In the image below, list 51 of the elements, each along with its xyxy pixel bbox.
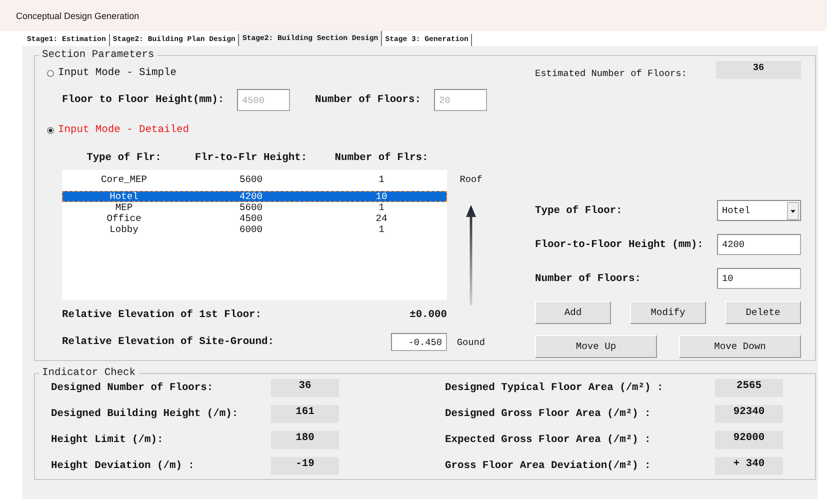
action-button[interactable]: Add bbox=[535, 301, 611, 324]
field-label: Type of Floor: bbox=[535, 204, 624, 216]
field-label: Number of Floors: bbox=[315, 94, 422, 106]
radio-option[interactable]: Input Mode - Simple bbox=[47, 67, 176, 79]
indicator-label: Height Limit (/m): bbox=[51, 434, 164, 446]
input-field[interactable]: 4200 bbox=[717, 234, 801, 255]
up-arrow-icon bbox=[465, 205, 477, 305]
indicator-label: Designed Building Height (/m): bbox=[51, 408, 240, 420]
readout-field: 36 bbox=[271, 379, 339, 397]
group-title: Indicator Check bbox=[41, 367, 137, 379]
list-row[interactable]: Lobby 6000 1 bbox=[62, 224, 447, 235]
field-label: Relative Elevation of 1st Floor: bbox=[62, 309, 262, 321]
window-title: Conceptual Design Generation bbox=[16, 10, 140, 20]
action-button[interactable]: Delete bbox=[725, 301, 801, 324]
field-label: Floor to Floor Height(mm): bbox=[62, 94, 226, 106]
indicator-label: Designed Gross Floor Area (/m²) : bbox=[445, 408, 652, 420]
readout-field: + 340 bbox=[715, 457, 783, 475]
ground-label: Gound bbox=[456, 336, 486, 348]
field-label: Estimated Number of Floors: bbox=[535, 68, 687, 79]
readout-field: 180 bbox=[271, 431, 339, 449]
action-button[interactable]: Move Down bbox=[679, 335, 801, 358]
indicator-label: Expected Gross Floor Area (/m²) : bbox=[445, 434, 652, 446]
list-row[interactable]: Hotel 4200 10 bbox=[62, 191, 447, 202]
column-header: Flr-to-Flr Height: bbox=[194, 152, 308, 164]
elevation-value: ±0.000 bbox=[410, 309, 447, 321]
indicator-label: Gross Floor Area Deviation(/m²) : bbox=[445, 460, 652, 472]
roof-label: Roof bbox=[460, 174, 482, 185]
action-button[interactable]: Modify bbox=[630, 301, 706, 324]
readout-field: 92340 bbox=[715, 405, 783, 423]
readout-field: -19 bbox=[271, 457, 339, 475]
group-title: Section Parameters bbox=[41, 49, 156, 61]
radio-option[interactable]: Input Mode - Detailed bbox=[47, 124, 189, 136]
input-field[interactable]: 10 bbox=[717, 268, 801, 289]
indicator-label: Designed Typical Floor Area (/m²) : bbox=[445, 382, 664, 394]
column-header: Type of Flr: bbox=[86, 152, 162, 164]
indicator-label: Height Deviation (/m) : bbox=[51, 460, 196, 472]
readout-field: 36 bbox=[716, 61, 801, 79]
action-button[interactable]: Move Up bbox=[535, 335, 657, 358]
list-row[interactable]: Core_MEP 5600 1 bbox=[62, 174, 447, 185]
dropdown[interactable]: Hotel bbox=[717, 200, 801, 221]
field-label: Relative Elevation of Site-Ground: bbox=[62, 336, 274, 348]
field-label: Floor-to-Floor Height (mm): bbox=[535, 238, 704, 250]
list-row[interactable]: Office 4500 24 bbox=[62, 213, 447, 224]
indicator-label: Designed Number of Floors: bbox=[51, 382, 214, 394]
readout-field: 92000 bbox=[715, 431, 783, 449]
list-row[interactable]: MEP 5600 1 bbox=[62, 202, 447, 213]
input-field[interactable]: -0.450 bbox=[391, 333, 447, 351]
field-label: Number of Floors: bbox=[535, 272, 642, 284]
readout-field: 161 bbox=[271, 405, 339, 423]
column-header: Number of Flrs: bbox=[334, 152, 428, 164]
readout-field: 2565 bbox=[715, 379, 783, 397]
